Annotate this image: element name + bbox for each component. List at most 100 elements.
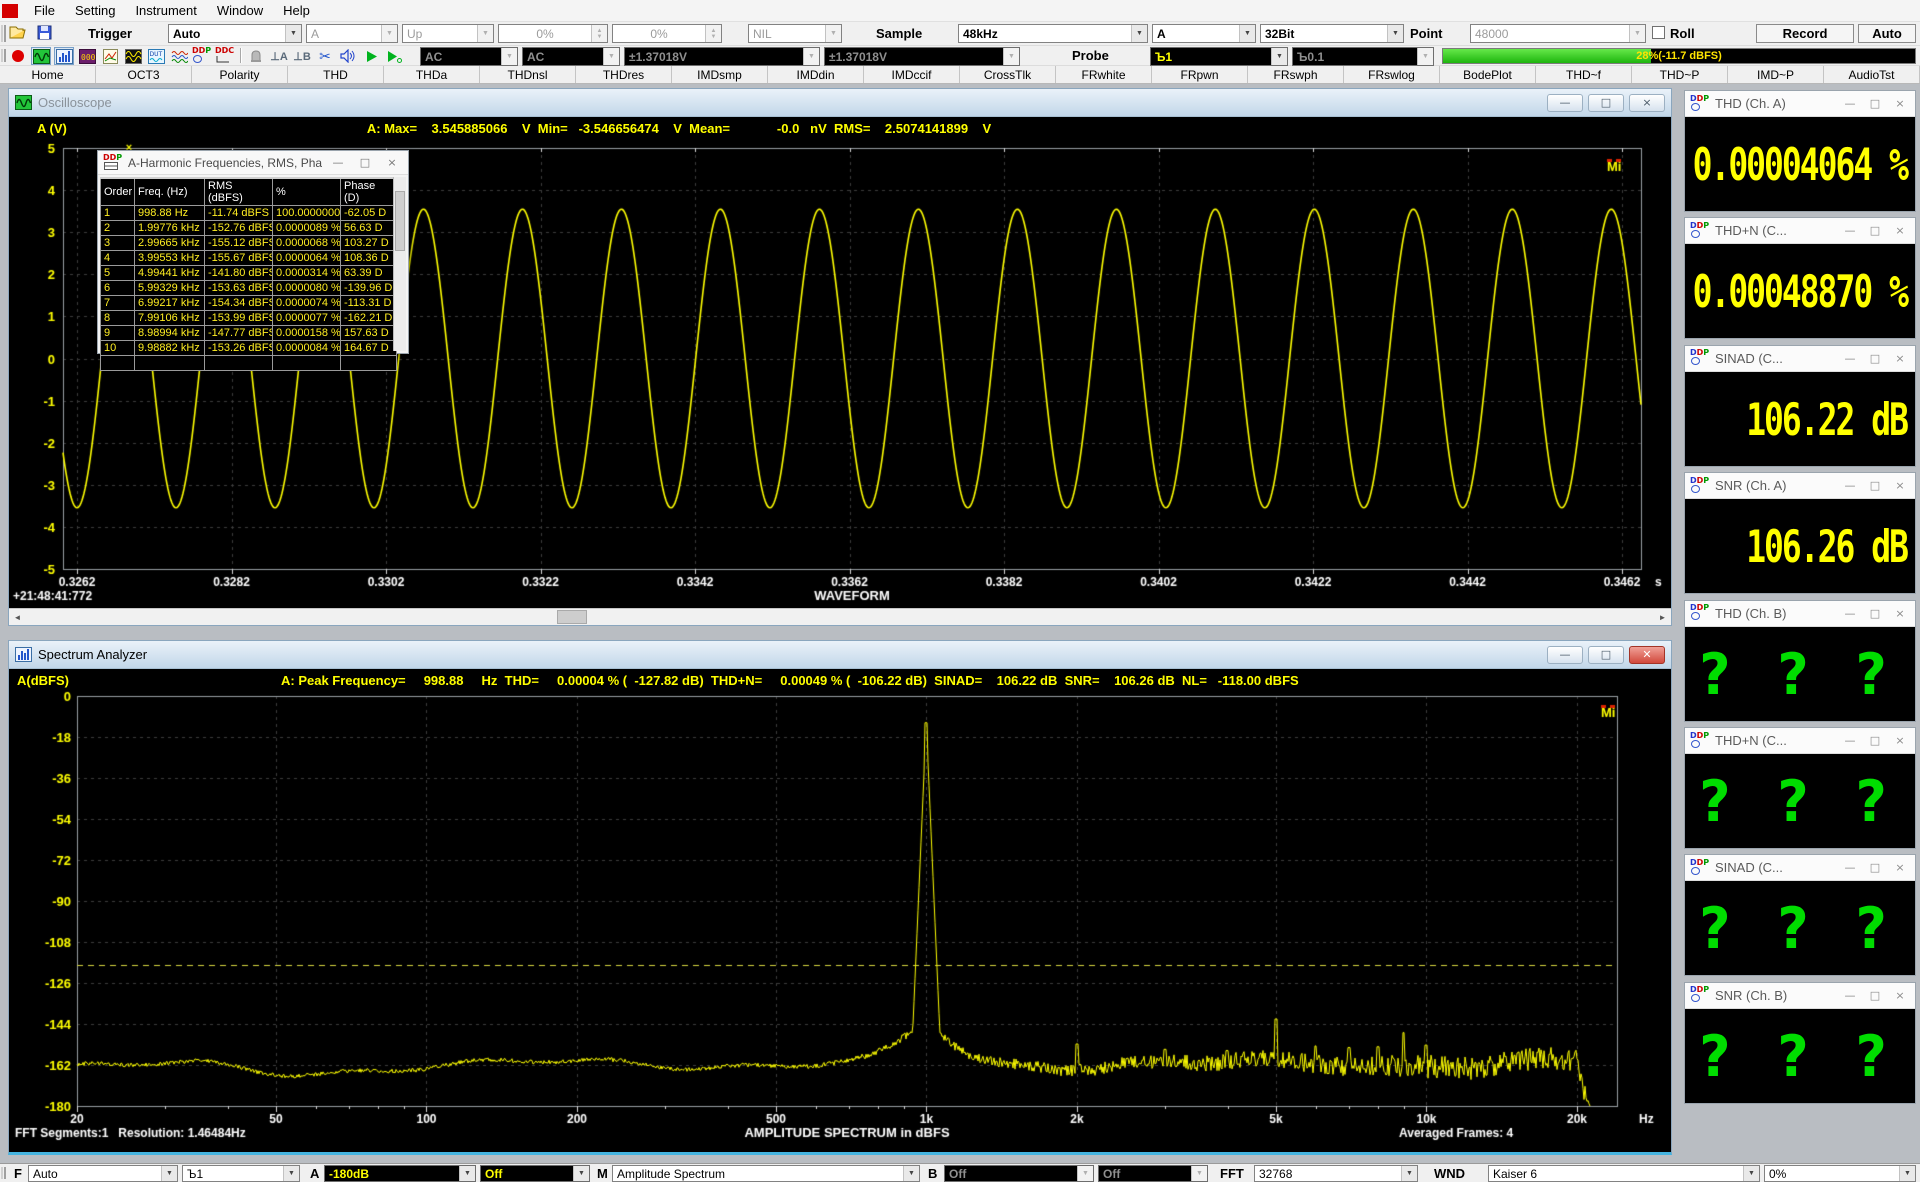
- tab-thd[interactable]: THD: [288, 66, 384, 83]
- spinner-arrows-icon[interactable]: [591, 25, 607, 42]
- toolbar-grip[interactable]: [1, 49, 6, 62]
- dropdown-arrow-icon[interactable]: [161, 1166, 177, 1181]
- scope-hscrollbar[interactable]: ◄ ►: [9, 608, 1671, 625]
- auto-button[interactable]: Auto: [1858, 24, 1916, 43]
- restore-button[interactable]: □: [1588, 94, 1624, 112]
- data-logger-icon[interactable]: [100, 47, 120, 65]
- close-button[interactable]: ×: [1629, 94, 1665, 112]
- a-mode-select[interactable]: Off: [480, 1165, 590, 1182]
- table-row[interactable]: 76.99217 kHz-154.34 dBFS0.0000074 %-113.…: [101, 296, 397, 311]
- hold-run-icon[interactable]: [246, 47, 266, 65]
- close-button[interactable]: ×: [1890, 861, 1910, 874]
- roll-checkbox[interactable]: [1652, 26, 1665, 39]
- dropdown-arrow-icon[interactable]: [283, 1166, 299, 1181]
- dut-icon[interactable]: DUT: [146, 47, 166, 65]
- ddc-icon[interactable]: DDC: [215, 47, 235, 65]
- meter-titlebar[interactable]: DDPTHD (Ch. B)—□×: [1685, 601, 1915, 627]
- sample-channel-select[interactable]: A: [1152, 24, 1256, 43]
- tab-thdres[interactable]: THDres: [576, 66, 672, 83]
- multimeter-icon[interactable]: 000: [77, 47, 97, 65]
- table-row[interactable]: 98.98994 kHz-147.77 dBFS0.0000158 %157.6…: [101, 326, 397, 341]
- open-file-button[interactable]: [8, 23, 28, 41]
- derived-datapoints-icon[interactable]: [169, 47, 189, 65]
- window-function-select[interactable]: Kaiser 6: [1488, 1165, 1760, 1182]
- tab-audiotst[interactable]: AudioTst: [1824, 66, 1920, 83]
- spectrum-titlebar[interactable]: Spectrum Analyzer — □ ✕: [9, 641, 1671, 669]
- menu-item-file[interactable]: File: [24, 0, 65, 22]
- signal-generator-icon[interactable]: [123, 47, 143, 65]
- tab-oct3[interactable]: OCT3: [96, 66, 192, 83]
- harmonics-vscrollbar[interactable]: [393, 177, 406, 351]
- table-row[interactable]: 54.99441 kHz-141.80 dBFS0.0000314 %63.39…: [101, 266, 397, 281]
- trigger-delay-spinner[interactable]: 0%: [612, 24, 722, 43]
- range-b-select[interactable]: ±1.37018V: [824, 47, 1020, 66]
- menu-item-setting[interactable]: Setting: [65, 0, 125, 22]
- tab-frswph[interactable]: FRswph: [1248, 66, 1344, 83]
- sample-bits-select[interactable]: 32Bit: [1260, 24, 1404, 43]
- tab-frpwn[interactable]: FRpwn: [1152, 66, 1248, 83]
- table-row[interactable]: 1998.88 Hz-11.74 dBFS100.0000000 ...-62.…: [101, 206, 397, 221]
- meter-titlebar[interactable]: DDPTHD+N (C...—□×: [1685, 728, 1915, 754]
- trigger-level-spinner[interactable]: 0%: [498, 24, 608, 43]
- maximize-button[interactable]: □: [1865, 861, 1885, 874]
- oscilloscope-icon[interactable]: [31, 47, 51, 65]
- dropdown-arrow-icon[interactable]: [459, 1166, 475, 1181]
- minimize-button[interactable]: —: [1547, 94, 1583, 112]
- restore-button[interactable]: □: [1588, 646, 1624, 664]
- minimize-button[interactable]: —: [1840, 989, 1860, 1002]
- toolbar-grip[interactable]: [1, 1167, 6, 1179]
- dropdown-arrow-icon[interactable]: [903, 1166, 919, 1181]
- tab-frwhite[interactable]: FRwhite: [1056, 66, 1152, 83]
- meter-titlebar[interactable]: DDPSINAD (C...—□×: [1685, 855, 1915, 881]
- trigger-mode-select[interactable]: Auto: [168, 24, 302, 43]
- toolbar-grip[interactable]: [1, 25, 6, 42]
- close-button[interactable]: ×: [1890, 734, 1910, 747]
- table-row[interactable]: 21.99776 kHz-152.76 dBFS0.0000089 %56.63…: [101, 221, 397, 236]
- close-button[interactable]: ×: [381, 156, 403, 169]
- range-a-select[interactable]: ±1.37018V: [624, 47, 820, 66]
- record-button[interactable]: Record: [1756, 24, 1854, 43]
- b-mode-select[interactable]: Off: [1098, 1165, 1208, 1182]
- table-row[interactable]: 43.99553 kHz-155.67 dBFS0.0000064 %108.3…: [101, 251, 397, 266]
- cut-icon[interactable]: ✂: [315, 47, 335, 65]
- coupling-a-select[interactable]: AC: [420, 47, 518, 66]
- close-button[interactable]: ×: [1890, 989, 1910, 1002]
- play-selection-icon[interactable]: [384, 47, 404, 65]
- maximize-button[interactable]: □: [1865, 734, 1885, 747]
- speaker-icon[interactable]: [338, 47, 358, 65]
- table-row[interactable]: 65.99329 kHz-153.63 dBFS0.0000080 %-139.…: [101, 281, 397, 296]
- menu-item-instrument[interactable]: Instrument: [125, 0, 206, 22]
- sample-rate-select[interactable]: 48kHz: [958, 24, 1148, 43]
- meter-titlebar[interactable]: DDPSNR (Ch. B)—□×: [1685, 983, 1915, 1009]
- scroll-left-icon[interactable]: ◄: [9, 609, 26, 625]
- trigger-frames-select[interactable]: NIL: [748, 24, 842, 43]
- maximize-button[interactable]: □: [1865, 989, 1885, 1002]
- dropdown-arrow-icon[interactable]: [285, 25, 301, 42]
- dropdown-arrow-icon[interactable]: [1743, 1166, 1759, 1181]
- save-button[interactable]: [34, 23, 54, 41]
- table-row[interactable]: 87.99106 kHz-153.99 dBFS0.0000077 %-162.…: [101, 311, 397, 326]
- trigger-edge-select[interactable]: Up: [402, 24, 494, 43]
- play-icon[interactable]: [361, 47, 381, 65]
- fft-size-select[interactable]: 32768: [1254, 1165, 1418, 1182]
- spinner-arrows-icon[interactable]: [705, 25, 721, 42]
- dropdown-arrow-icon[interactable]: [1131, 25, 1147, 42]
- table-row[interactable]: 32.99665 kHz-155.12 dBFS0.0000068 %103.2…: [101, 236, 397, 251]
- freq-probe-select[interactable]: Ъ1: [182, 1165, 300, 1182]
- b-range-select[interactable]: Off: [944, 1165, 1094, 1182]
- overlap-select[interactable]: 0%: [1764, 1165, 1916, 1182]
- tab-frswlog[interactable]: FRswlog: [1344, 66, 1440, 83]
- marker-b-icon[interactable]: ⊥B: [292, 47, 312, 65]
- tab-bodeplot[interactable]: BodePlot: [1440, 66, 1536, 83]
- oscilloscope-titlebar[interactable]: Oscilloscope — □ ×: [9, 89, 1671, 117]
- tab-thda[interactable]: THDa: [384, 66, 480, 83]
- maximize-button[interactable]: □: [354, 156, 376, 169]
- table-row[interactable]: 109.98882 kHz-153.26 dBFS0.0000084 %164.…: [101, 341, 397, 356]
- tab-polarity[interactable]: Polarity: [192, 66, 288, 83]
- trigger-source-select[interactable]: A: [306, 24, 398, 43]
- tab-imdccif[interactable]: IMDccif: [864, 66, 960, 83]
- tab-home[interactable]: Home: [0, 66, 96, 83]
- spectrum-analyzer-icon[interactable]: [54, 47, 74, 65]
- tab-crosstlk[interactable]: CrossTlk: [960, 66, 1056, 83]
- menu-item-window[interactable]: Window: [207, 0, 273, 22]
